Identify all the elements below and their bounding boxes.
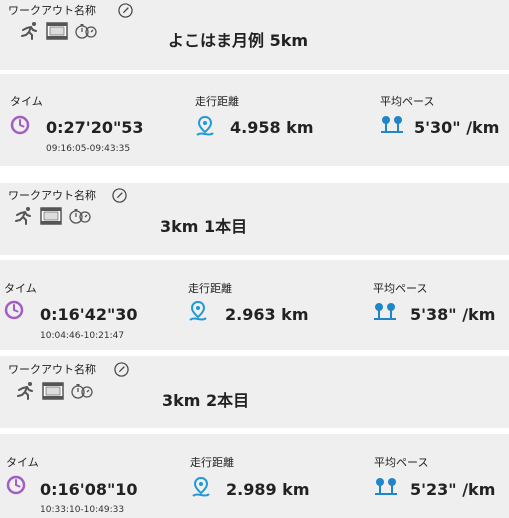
workout-name-label: ワークアウト名称: [8, 4, 96, 17]
pace-value: 5'23" /km: [410, 480, 496, 499]
video-frame-icon: [42, 382, 64, 400]
running-person-icon: [21, 22, 37, 40]
stopwatch-icon: [69, 209, 91, 224]
pencil-icon[interactable]: [114, 362, 129, 377]
workout-name-label: ワークアウト名称: [8, 189, 96, 202]
pace-label: 平均ペース: [380, 95, 435, 108]
workout-1-type-icons: [20, 20, 98, 42]
map-pin-route-icon: [189, 300, 207, 321]
pencil-icon[interactable]: [112, 188, 127, 203]
running-person-icon: [15, 207, 31, 225]
pace-pins-icon: [374, 303, 396, 320]
clock-icon: [10, 115, 30, 135]
workout-name-label: ワークアウト名称: [8, 363, 96, 376]
time-label: タイム: [4, 282, 37, 295]
distance-label: 走行距離: [190, 456, 234, 469]
time-value: 0:27'20"53: [46, 118, 144, 137]
video-frame-icon: [40, 207, 62, 225]
distance-value: 2.989 km: [226, 480, 310, 499]
pace-pins-icon: [381, 116, 403, 133]
distance-label: 走行距離: [195, 95, 239, 108]
time-label: タイム: [10, 95, 43, 108]
stopwatch-icon: [75, 24, 97, 39]
time-range: 10:04:46-10:21:47: [40, 331, 125, 341]
pace-pins-icon: [375, 478, 397, 495]
time-value: 0:16'08"10: [40, 480, 138, 499]
running-person-icon: [17, 382, 33, 400]
video-frame-icon: [46, 22, 68, 40]
time-range: 09:16:05-09:43:35: [46, 144, 131, 154]
workout-3-type-icons: [16, 380, 94, 402]
stopwatch-icon: [71, 384, 93, 399]
pace-label: 平均ペース: [374, 456, 429, 469]
workout-title: 3km 2本目: [162, 391, 250, 410]
time-label: タイム: [6, 456, 39, 469]
distance-label: 走行距離: [188, 282, 232, 295]
time-value: 0:16'42"30: [40, 305, 138, 324]
time-range: 10:33:10-10:49:33: [40, 505, 125, 515]
workout-2-type-icons: [14, 205, 92, 227]
distance-value: 2.963 km: [225, 305, 309, 324]
workout-title: よこはま月例 5km: [168, 31, 309, 50]
pace-value: 5'38" /km: [410, 305, 496, 324]
map-pin-route-icon: [192, 476, 210, 497]
workout-title: 3km 1本目: [160, 217, 248, 236]
pace-label: 平均ペース: [373, 282, 428, 295]
distance-value: 4.958 km: [230, 118, 314, 137]
map-pin-route-icon: [196, 115, 214, 136]
clock-icon: [4, 300, 24, 320]
pace-value: 5'30" /km: [414, 118, 500, 137]
clock-icon: [6, 475, 26, 495]
pencil-icon[interactable]: [118, 3, 133, 18]
